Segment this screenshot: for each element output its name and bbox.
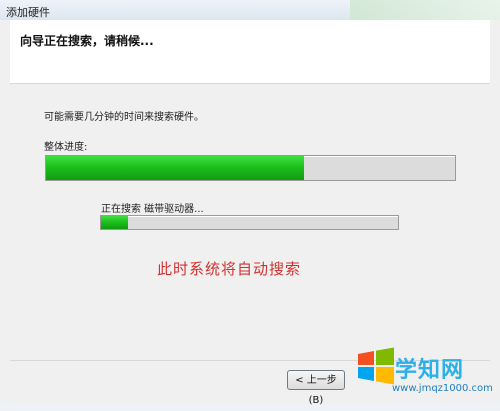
windows-logo-icon [358,347,394,385]
add-hardware-wizard-window: 添加硬件 向导正在搜索，请稍候... 可能需要几分钟的时间来搜索硬件。 整体进度… [0,0,500,406]
device-progress-fill [101,216,128,229]
page-title: 向导正在搜索，请稍候... [20,34,154,48]
info-text: 可能需要几分钟的时间来搜索硬件。 [44,112,204,123]
overall-progress-bar [45,155,456,181]
device-progress-bar [100,215,399,230]
watermark-brand: 学知网 [395,358,465,383]
back-button[interactable]: < 上一步(B) [287,370,345,406]
watermark-url: www.jmqz1000.com [392,383,493,394]
wizard-header: 向导正在搜索，请稍候... [10,20,490,84]
annotation-text: 此时系统将自动搜索 [157,260,302,278]
searching-status-text: 正在搜索 磁带驱动器... [101,204,204,215]
overall-progress-label: 整体进度: [44,142,88,153]
background-window-peek [350,0,500,20]
window-title: 添加硬件 [6,6,50,19]
overall-progress-fill [46,156,304,180]
